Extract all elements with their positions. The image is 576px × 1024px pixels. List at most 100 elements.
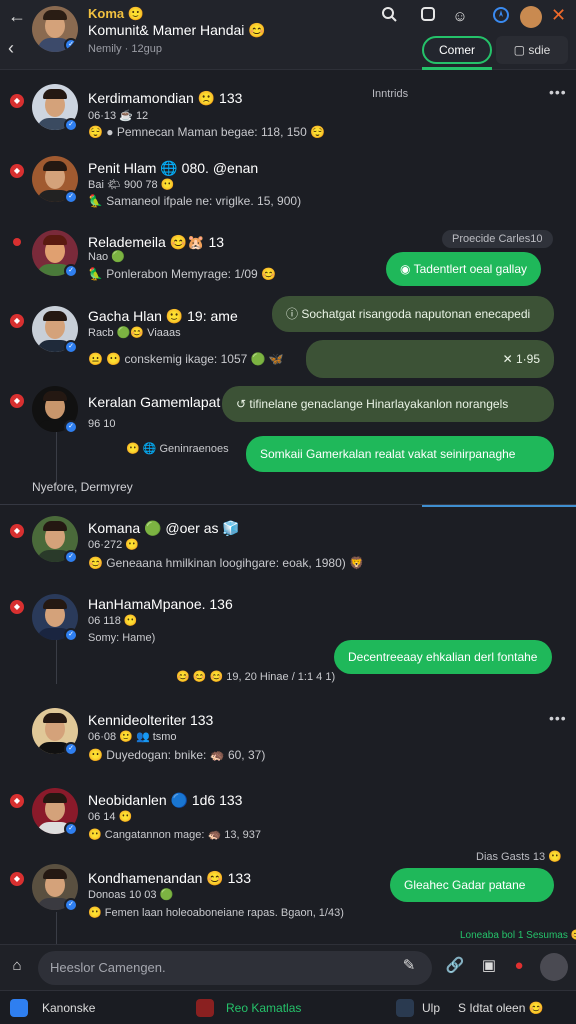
- user-avatar[interactable]: [540, 953, 568, 981]
- alert-icon: ◆: [10, 600, 24, 614]
- alert-icon: ◆: [10, 164, 24, 178]
- post-text: Somy: Hame): [88, 632, 156, 644]
- post-meta: 96 10: [88, 418, 116, 430]
- message-bubble[interactable]: ✕ 1·95: [306, 340, 554, 378]
- verified-icon: ✓: [64, 190, 78, 204]
- post-meta: Racb 🟢😊 Viaaas: [88, 327, 181, 339]
- compass-icon[interactable]: [490, 6, 512, 28]
- header-subtitle: Nemily · 12gup: [88, 43, 162, 55]
- tab-comer[interactable]: Comer: [422, 36, 492, 64]
- post-meta: 06·272 😶: [88, 539, 140, 551]
- pen-icon[interactable]: ✎: [398, 955, 420, 977]
- side-label: Dias Gasts 13 😶: [476, 851, 562, 863]
- header-title-line1: Koma 🙂: [88, 6, 144, 21]
- verified-icon: ✓: [64, 898, 78, 912]
- bubble-text: tifinelane genaclange Hinarlayakanlon no…: [249, 397, 509, 411]
- author-name: Kondhamenandan 😊 133: [88, 870, 252, 886]
- post-text: 🦜 Samaneol ifpale ne: vriglke. 15, 900): [88, 194, 302, 208]
- message-bubble[interactable]: ◉ Tadentlert oeal gallay: [386, 252, 542, 286]
- post-text: 😊 Geneaana hmilkinan loogihgare: eoak, 1…: [88, 556, 365, 570]
- post-text: 🦜 Ponlerabon Memyrage: 1/09 😊: [88, 267, 276, 281]
- bubble-text: Decentreeaay ehkalian derl fontahe: [348, 650, 538, 664]
- author-name: Penit Hlam 🌐 080. @enan: [88, 160, 259, 176]
- post-text: 😶 Duyedogan: bnike: 🦔 60, 37): [88, 748, 266, 762]
- verified-icon: ✓: [64, 742, 78, 756]
- verified-icon: ✓: [64, 628, 78, 642]
- home-icon[interactable]: ⌂: [6, 955, 28, 977]
- post-meta: 06·08 🙂 👥 tsmo: [88, 731, 177, 743]
- alert-icon: ◆: [10, 794, 24, 808]
- bottom-bar: Kanonske Reo Kamatlas Ulp S Idtat oleen …: [0, 990, 576, 1024]
- reactions[interactable]: 😊 😊 😊 19, 20 Hinae / 1:1 4 1): [176, 670, 335, 683]
- post-text: 😐 😶 conskemig ikage: 1057 🟢 🦋: [88, 352, 284, 366]
- bubble-text: ✕ 1·95: [502, 352, 540, 366]
- image-icon[interactable]: ▣: [478, 955, 500, 977]
- post-meta: Bai 🌤 900 78 😶: [88, 179, 175, 191]
- bubble-text: Gleahec Gadar patane: [404, 878, 526, 892]
- header-title-line2: Komunit& Mamer Handai 😊: [88, 22, 266, 38]
- app-icon[interactable]: [196, 999, 214, 1017]
- message-placeholder: Heeslor Camengen.: [50, 960, 166, 975]
- back-arrow-icon[interactable]: ←: [8, 6, 26, 27]
- tab-sdie[interactable]: ▢ sdie: [496, 36, 568, 64]
- verified-icon: ✓: [64, 420, 78, 434]
- bottom-right-item-b[interactable]: S Idtat oleen 😊: [458, 1001, 544, 1015]
- bubble-text: Tadentlert oeal gallay: [413, 262, 528, 276]
- message-bubble[interactable]: ⓘ Sochatgat risangoda naputonan enecaped…: [272, 296, 554, 332]
- media-icon[interactable]: [417, 6, 439, 28]
- composer: ⌂ Heeslor Camengen. ✎ 🔗 ▣ ●: [0, 944, 576, 990]
- message-bubble[interactable]: Somkaii Gamerkalan realat vakat seinirpa…: [246, 436, 554, 472]
- profile-avatar[interactable]: [520, 6, 542, 28]
- author-name: Keralan Gamemlapat: [88, 394, 221, 410]
- thread-line: [56, 432, 57, 482]
- author-name: Neobidanlen 🔵 1d6 133: [88, 792, 243, 808]
- bubble-text: Somkaii Gamerkalan realat vakat seinirpa…: [260, 447, 516, 461]
- link-icon[interactable]: 🔗: [444, 955, 466, 977]
- message-bubble[interactable]: Gleahec Gadar patane: [390, 868, 554, 902]
- avatar[interactable]: ✓: [32, 6, 78, 52]
- author-name: Komana 🟢 @oer as 🧊: [88, 520, 240, 536]
- message-bubble[interactable]: ↺ tifinelane genaclange Hinarlayakanlon …: [222, 386, 554, 422]
- post-meta: Donoas 10 03 🟢: [88, 889, 174, 901]
- bottom-center-item[interactable]: Reo Kamatlas: [226, 1001, 301, 1015]
- bottom-right-item-a[interactable]: Ulp: [422, 1001, 440, 1015]
- side-label: Proecide Carles10: [442, 230, 553, 248]
- post-text: 😶 Cangatannon mage: 🦔 13, 937: [88, 829, 261, 841]
- globe-icon: ◉: [400, 262, 414, 276]
- record-icon[interactable]: ●: [508, 955, 530, 977]
- alert-icon: ◆: [10, 872, 24, 886]
- bubble-text: Sochatgat risangoda naputonan enecapedi: [301, 307, 531, 321]
- close-icon[interactable]: ✕: [551, 5, 566, 26]
- emoji-icon[interactable]: ☺: [449, 6, 471, 28]
- search-icon[interactable]: [378, 6, 400, 28]
- bottom-note: Loneaba bol 1 Sesumas 😊: [460, 930, 576, 941]
- tab-sdie-label: sdie: [528, 43, 551, 57]
- info-icon: ⓘ: [286, 307, 302, 321]
- post-meta: 06 14 😶: [88, 811, 133, 823]
- alert-icon: ◆: [10, 94, 24, 108]
- verified-icon: ✓: [64, 340, 78, 354]
- verified-icon: ✓: [64, 822, 78, 836]
- author-name: Kerdimamondian 🙁 133: [88, 90, 243, 106]
- bottom-left-item[interactable]: Kanonske: [42, 1001, 95, 1015]
- verified-icon: ✓: [64, 264, 78, 278]
- post-meta: 06 118 😶: [88, 615, 138, 627]
- message-feed[interactable]: ◆ ✓ Kerdimamondian 🙁 133 06·13 ☕ 12 😌 ● …: [0, 70, 576, 944]
- message-input[interactable]: Heeslor Camengen.: [38, 951, 432, 985]
- divider-label: Nyefore, Dermyrey: [32, 480, 133, 494]
- app-icon[interactable]: [10, 999, 28, 1017]
- more-icon[interactable]: •••: [549, 710, 567, 726]
- square-icon: ▢: [513, 43, 529, 57]
- author-name: Relademeila 😊🐹 13: [88, 234, 225, 250]
- post-text: 😶 Femen laan holeoaboneiane rapas. Bgaon…: [88, 907, 344, 919]
- more-icon[interactable]: •••: [549, 84, 567, 100]
- refresh-icon: ↺: [236, 397, 250, 411]
- alert-icon: ◆: [10, 314, 24, 328]
- message-bubble[interactable]: Decentreeaay ehkalian derl fontahe: [334, 640, 552, 674]
- app-icon[interactable]: [396, 999, 414, 1017]
- author-name: Kennideolteriter 133: [88, 712, 214, 728]
- divider-accent: [422, 505, 576, 507]
- verified-icon: ✓: [64, 38, 78, 52]
- chevron-left-icon[interactable]: ‹: [8, 38, 14, 59]
- unread-dot: [13, 238, 21, 246]
